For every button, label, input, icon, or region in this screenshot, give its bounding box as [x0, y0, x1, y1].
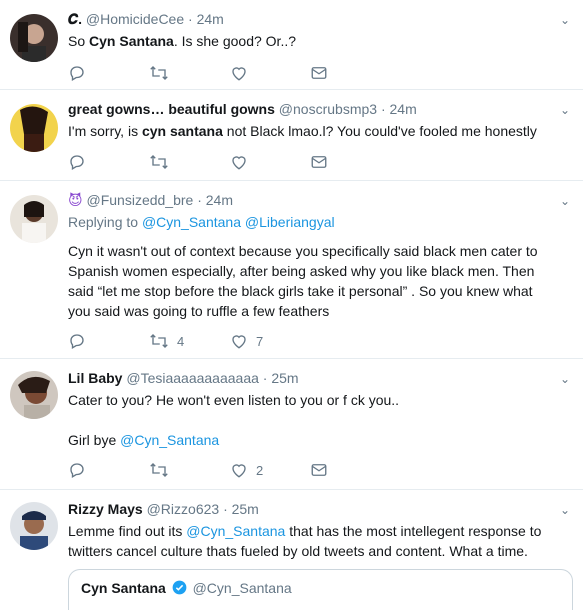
reply-icon — [70, 463, 84, 478]
reply-icon — [70, 155, 84, 170]
text-segment: Lemme find out its — [68, 523, 187, 539]
user-handle[interactable]: @Rizzo623 — [147, 501, 220, 517]
reply-button[interactable] — [68, 460, 86, 480]
like-button[interactable] — [230, 63, 248, 83]
like-button[interactable]: 2 — [230, 460, 263, 480]
chevron-down-icon[interactable]: ⌄ — [559, 195, 571, 207]
tweet-header: Rizzy Mays @Rizzo623 · 25m — [68, 500, 553, 518]
envelope-icon — [311, 464, 327, 476]
retweet-icon — [150, 463, 168, 477]
retweet-icon — [150, 334, 168, 348]
chevron-down-icon[interactable]: ⌄ — [559, 504, 571, 516]
tweet-text: Cyn it wasn't out of context because you… — [68, 243, 538, 319]
reply-icon — [70, 334, 84, 349]
retweet-button[interactable] — [149, 63, 169, 83]
like-count: 2 — [256, 462, 264, 478]
mention-link[interactable]: @Cyn_Santana — [142, 214, 241, 230]
tweet-text: So Cyn Santana. Is she good? Or..? — [68, 31, 553, 51]
tweet-header: 😈 @Funsizedd_bre · 24m — [68, 191, 553, 209]
chevron-down-icon[interactable]: ⌄ — [559, 104, 571, 116]
retweet-icon — [150, 155, 168, 169]
timestamp[interactable]: · 25m — [223, 501, 259, 517]
envelope-icon — [311, 156, 327, 168]
text-highlight: Cyn Santana — [89, 33, 174, 49]
dm-button[interactable] — [310, 460, 328, 480]
quoted-display-name: Cyn Santana — [81, 580, 166, 596]
retweet-count: 4 — [177, 333, 185, 349]
dm-button[interactable] — [310, 63, 328, 83]
text-segment: not Black lmao.l? You could've fooled me… — [222, 123, 537, 139]
text-segment: . Is she good? Or..? — [173, 33, 297, 49]
display-name[interactable]: Rizzy Mays — [68, 501, 143, 517]
retweet-button[interactable] — [149, 152, 169, 172]
heart-icon — [232, 67, 246, 81]
display-name[interactable]: great gowns… beautiful gowns — [68, 101, 275, 117]
avatar[interactable] — [10, 502, 58, 550]
retweet-button[interactable] — [149, 460, 169, 480]
tweet-header: 𝑪. @HomicideCee · 24m — [68, 10, 553, 28]
retweet-button[interactable]: 4 — [149, 331, 184, 351]
dm-button[interactable] — [310, 152, 328, 172]
text-line: Girl bye @Cyn_Santana — [68, 430, 553, 450]
tweet-feed: 𝑪. @HomicideCee · 24m So Cyn Santana. Is… — [0, 0, 583, 610]
tweet[interactable]: Lil Baby @Tesiaaaaaaaaaaaa · 25m Cater t… — [0, 359, 583, 490]
tweet[interactable]: Rizzy Mays @Rizzo623 · 25m Lemme find ou… — [0, 490, 583, 610]
tweet-text: Lemme find out its @Cyn_Santana that has… — [68, 521, 553, 561]
user-handle[interactable]: @HomicideCee — [86, 11, 184, 27]
quoted-user-handle: @Cyn_Santana — [192, 580, 292, 596]
like-count: 7 — [256, 333, 264, 349]
display-name[interactable]: Lil Baby — [68, 370, 122, 386]
tweet-header: great gowns… beautiful gowns @noscrubsmp… — [68, 100, 553, 118]
avatar[interactable] — [10, 14, 58, 62]
chevron-down-icon[interactable]: ⌄ — [559, 373, 571, 385]
text-segment: Girl bye — [68, 432, 121, 448]
heart-icon — [232, 156, 246, 170]
reply-button[interactable] — [68, 331, 86, 351]
retweet-icon — [150, 66, 168, 80]
text-segment: So — [68, 33, 90, 49]
mention-link[interactable]: @Cyn_Santana — [120, 432, 219, 448]
avatar[interactable] — [10, 195, 58, 243]
replying-to: Replying to @Cyn_Santana @Liberiangyal — [68, 213, 553, 231]
like-button[interactable]: 7 — [230, 331, 263, 351]
quoted-tweet[interactable]: Cyn Santana @Cyn_Santana — [68, 569, 573, 610]
heart-icon — [232, 464, 246, 478]
mention-link[interactable]: @Cyn_Santana — [186, 523, 285, 539]
tweet[interactable]: 😈 @Funsizedd_bre · 24m Replying to @Cyn_… — [0, 181, 583, 359]
replying-label: Replying to — [68, 214, 139, 230]
timestamp[interactable]: · 24m — [188, 11, 224, 27]
timestamp[interactable]: · 24m — [197, 192, 233, 208]
display-name[interactable]: 𝑪. — [68, 11, 82, 27]
timestamp[interactable]: · 24m — [381, 101, 417, 117]
reply-icon — [70, 66, 84, 81]
name-emoji[interactable]: 😈 — [68, 192, 83, 208]
mention-link[interactable]: @Liberiangyal — [245, 214, 335, 230]
tweet[interactable]: 𝑪. @HomicideCee · 24m So Cyn Santana. Is… — [0, 0, 583, 90]
verified-icon — [172, 580, 187, 595]
timestamp[interactable]: · 25m — [263, 370, 299, 386]
user-handle[interactable]: @Funsizedd_bre — [87, 192, 194, 208]
text-segment: I'm sorry, is — [68, 123, 142, 139]
tweet-text: I'm sorry, is cyn santana not Black lmao… — [68, 121, 553, 141]
user-handle[interactable]: @Tesiaaaaaaaaaaaa — [126, 370, 259, 386]
tweet-text: Cater to you? He won't even listen to yo… — [68, 390, 553, 450]
avatar[interactable] — [10, 104, 58, 152]
tweet[interactable]: great gowns… beautiful gowns @noscrubsmp… — [0, 90, 583, 181]
like-button[interactable] — [230, 152, 248, 172]
user-handle[interactable]: @noscrubsmp3 — [279, 101, 377, 117]
text-line: Cater to you? He won't even listen to yo… — [68, 392, 400, 408]
envelope-icon — [311, 67, 327, 79]
quoted-tweet-header: Cyn Santana @Cyn_Santana — [81, 580, 292, 596]
avatar[interactable] — [10, 371, 58, 419]
tweet-header: Lil Baby @Tesiaaaaaaaaaaaa · 25m — [68, 369, 553, 387]
reply-button[interactable] — [68, 63, 86, 83]
heart-icon — [232, 335, 246, 349]
chevron-down-icon[interactable]: ⌄ — [559, 14, 571, 26]
text-highlight: cyn santana — [141, 123, 223, 139]
reply-button[interactable] — [68, 152, 86, 172]
